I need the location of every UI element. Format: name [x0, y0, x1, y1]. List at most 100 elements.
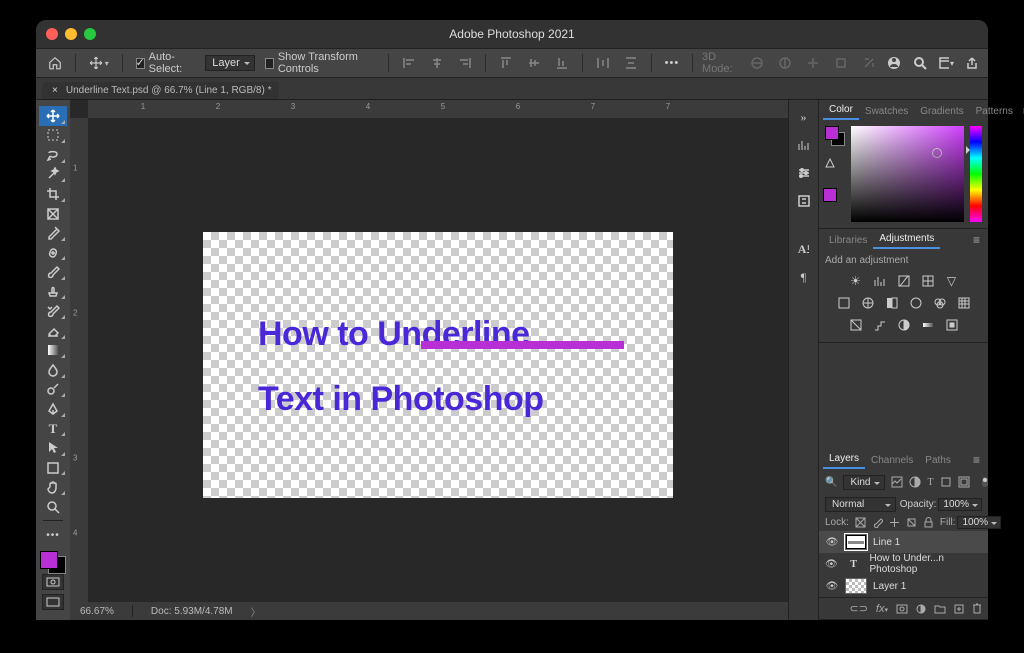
- properties-panel-button[interactable]: [795, 164, 813, 182]
- home-button[interactable]: [44, 52, 66, 74]
- new-layer-button[interactable]: [954, 604, 964, 614]
- tab-libraries[interactable]: Libraries: [823, 232, 873, 249]
- new-group-button[interactable]: [934, 604, 946, 614]
- histogram-panel-button[interactable]: [795, 136, 813, 154]
- layer-row[interactable]: 👁 T How to Under...n Photoshop: [819, 553, 988, 575]
- panel-menu-button[interactable]: ≡: [969, 231, 984, 249]
- align-top-button[interactable]: [495, 52, 517, 74]
- current-color-swatch[interactable]: [823, 188, 837, 202]
- tab-gradients[interactable]: Gradients: [914, 103, 969, 120]
- blur-tool[interactable]: [39, 360, 67, 380]
- vibrance-adj-button[interactable]: ▽: [944, 273, 960, 289]
- tab-color[interactable]: Color: [823, 101, 859, 120]
- edit-toolbar-button[interactable]: •••: [39, 525, 67, 545]
- channel-mixer-adj-button[interactable]: [932, 295, 948, 311]
- screen-mode-button[interactable]: [42, 594, 64, 610]
- quick-mask-button[interactable]: [42, 574, 64, 590]
- 3d-scale-button[interactable]: [858, 52, 880, 74]
- fill-value[interactable]: 100%: [957, 516, 1001, 529]
- layer-thumb-raster[interactable]: [845, 578, 867, 594]
- curves-adj-button[interactable]: [896, 273, 912, 289]
- hsl-adj-button[interactable]: [836, 295, 852, 311]
- align-vcenter-button[interactable]: [523, 52, 545, 74]
- tab-swatches[interactable]: Swatches: [859, 103, 914, 120]
- artboard[interactable]: How to Underline Text in Photoshop: [203, 232, 673, 498]
- move-tool[interactable]: [39, 106, 67, 126]
- more-align-button[interactable]: •••: [661, 52, 684, 74]
- tab-channels[interactable]: Channels: [865, 452, 919, 469]
- canvas-stage[interactable]: How to Underline Text in Photoshop: [88, 118, 788, 602]
- lasso-tool[interactable]: [39, 145, 67, 165]
- layer-row[interactable]: 👁 Line 1: [819, 531, 988, 553]
- layer-mask-button[interactable]: [896, 604, 908, 614]
- ruler-vertical[interactable]: 1 2 3 4: [70, 118, 88, 602]
- lock-image-button[interactable]: [872, 517, 883, 528]
- zoom-window-button[interactable]: [84, 28, 96, 40]
- colorbalance-adj-button[interactable]: [860, 295, 876, 311]
- threshold-adj-button[interactable]: [896, 317, 912, 333]
- gradient-map-adj-button[interactable]: [920, 317, 936, 333]
- lock-position-button[interactable]: [889, 517, 900, 528]
- path-select-tool[interactable]: [39, 438, 67, 458]
- lock-all-button[interactable]: [923, 517, 934, 528]
- posterize-adj-button[interactable]: [872, 317, 888, 333]
- distribute-h-button[interactable]: [592, 52, 614, 74]
- distribute-v-button[interactable]: [620, 52, 642, 74]
- blend-mode-dropdown[interactable]: Normal: [825, 497, 896, 512]
- shape-tool[interactable]: [39, 458, 67, 478]
- hue-slider[interactable]: [970, 126, 982, 222]
- clone-stamp-tool[interactable]: [39, 282, 67, 302]
- color-picker-ring[interactable]: [932, 148, 942, 158]
- eraser-tool[interactable]: [39, 321, 67, 341]
- layer-fx-button[interactable]: fx▾: [876, 603, 888, 615]
- bw-adj-button[interactable]: [884, 295, 900, 311]
- zoom-level[interactable]: 66.67%: [80, 606, 114, 617]
- type-tool[interactable]: T: [39, 419, 67, 439]
- tab-patterns[interactable]: Patterns: [970, 103, 1019, 120]
- search-button[interactable]: [912, 55, 928, 71]
- invert-adj-button[interactable]: [848, 317, 864, 333]
- filter-toggle-button[interactable]: [976, 473, 994, 491]
- workspace-switcher-button[interactable]: ▾: [938, 55, 954, 71]
- selective-color-adj-button[interactable]: [944, 317, 960, 333]
- lock-transparent-button[interactable]: [855, 517, 866, 528]
- filter-pixel-icon[interactable]: [891, 476, 903, 488]
- delete-layer-button[interactable]: [972, 603, 982, 614]
- brush-tool[interactable]: [39, 262, 67, 282]
- layer-name[interactable]: Layer 1: [873, 581, 906, 592]
- minimize-window-button[interactable]: [65, 28, 77, 40]
- tab-paths[interactable]: Paths: [919, 452, 957, 469]
- filter-adjust-icon[interactable]: [909, 476, 921, 488]
- auto-select-target-dropdown[interactable]: Layer: [205, 55, 255, 71]
- visibility-toggle[interactable]: 👁: [825, 559, 838, 570]
- brightness-adj-button[interactable]: ☀: [848, 273, 864, 289]
- zoom-tool[interactable]: [39, 497, 67, 517]
- panel-menu-button[interactable]: ≡: [1019, 102, 1024, 120]
- layer-thumb-shape[interactable]: [845, 534, 867, 550]
- 3d-orbit-button[interactable]: [746, 52, 768, 74]
- canvas-underline-shape[interactable]: [421, 341, 624, 349]
- opacity-value[interactable]: 100%: [938, 498, 982, 511]
- marquee-tool[interactable]: [39, 126, 67, 146]
- close-window-button[interactable]: [46, 28, 58, 40]
- foreground-background-swatch[interactable]: [40, 551, 66, 574]
- tab-layers[interactable]: Layers: [823, 450, 865, 469]
- move-tool-indicator[interactable]: ▾: [85, 52, 113, 74]
- visibility-toggle[interactable]: 👁: [825, 537, 839, 548]
- link-layers-button[interactable]: ⊂⊃: [849, 602, 867, 615]
- magic-wand-tool[interactable]: [39, 165, 67, 185]
- align-right-edges-button[interactable]: [454, 52, 476, 74]
- paragraph-panel-button[interactable]: ¶: [795, 268, 813, 286]
- align-hcenter-button[interactable]: [426, 52, 448, 74]
- color-lookup-adj-button[interactable]: [956, 295, 972, 311]
- layer-row[interactable]: 👁 Layer 1: [819, 575, 988, 597]
- 3d-pan-button[interactable]: [802, 52, 824, 74]
- healing-brush-tool[interactable]: [39, 243, 67, 263]
- new-adjustment-button[interactable]: [916, 604, 926, 614]
- character-panel-button[interactable]: AI: [795, 240, 813, 258]
- visibility-toggle[interactable]: 👁: [825, 581, 839, 592]
- tab-adjustments[interactable]: Adjustments: [873, 230, 940, 249]
- align-bottom-button[interactable]: [551, 52, 573, 74]
- levels-adj-button[interactable]: [872, 273, 888, 289]
- layer-filter-type-dropdown[interactable]: Kind: [843, 475, 885, 490]
